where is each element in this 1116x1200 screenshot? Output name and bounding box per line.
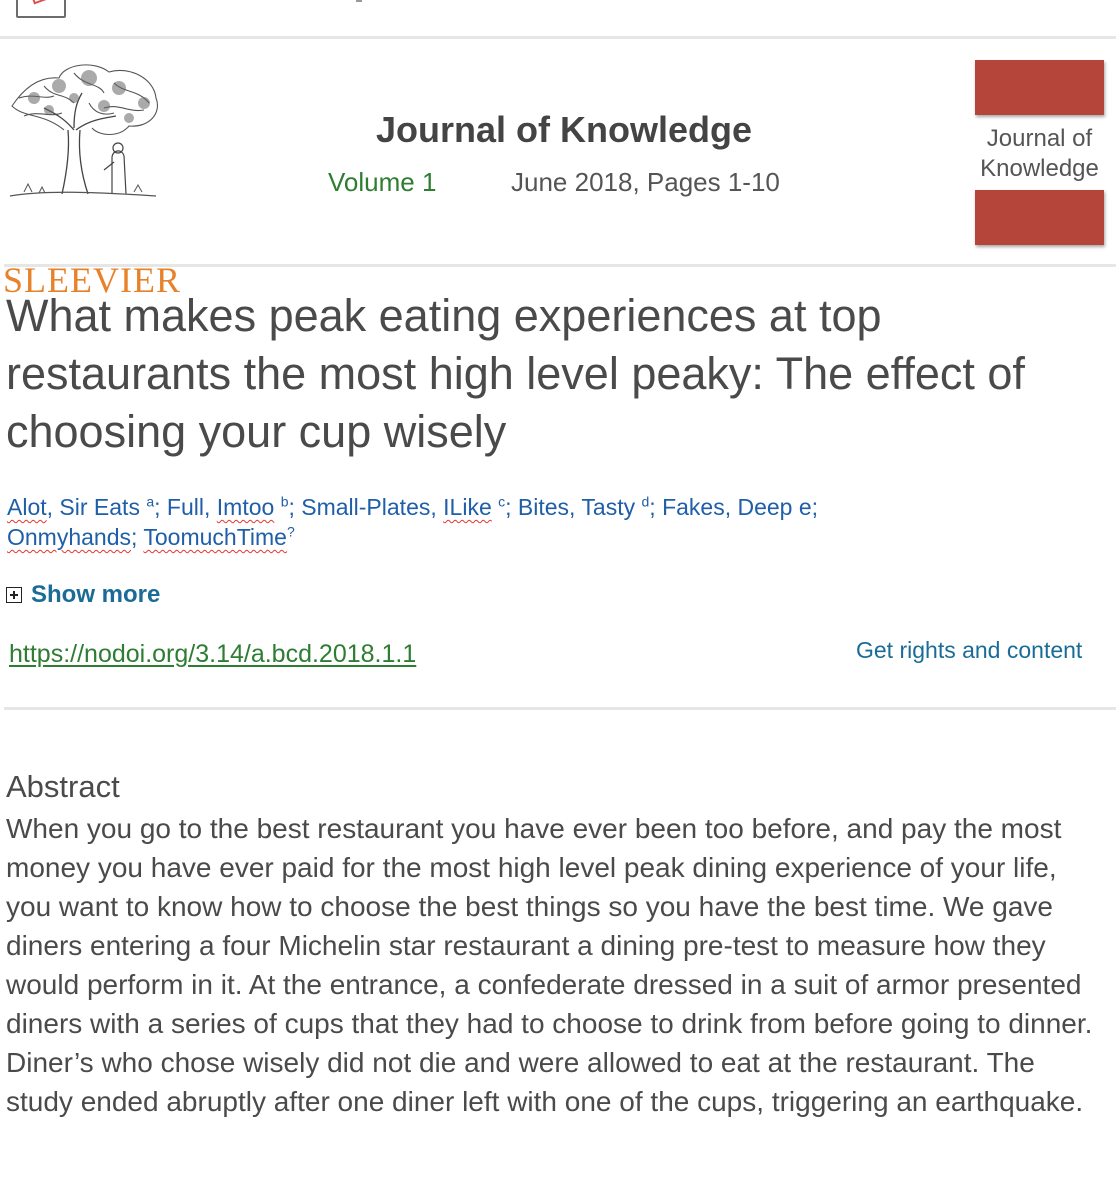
rights-link[interactable]: Get rights and content	[856, 637, 1082, 664]
doi-link[interactable]: https://nodoi.org/3.14/a.bcd.2018.1.1	[9, 640, 416, 669]
cover-band-bottom	[975, 190, 1104, 245]
author-name-rest: , Sir Eats	[46, 494, 140, 520]
author-link-full[interactable]: Full	[167, 494, 204, 520]
author-name: Full	[166, 494, 204, 520]
site-logo-icon[interactable]	[16, 0, 66, 18]
header-divider	[4, 264, 1116, 267]
topbar-fragment	[356, 0, 362, 2]
author-link-small-plates[interactable]: Small-Plates,	[301, 494, 443, 520]
author-separator: ;	[649, 494, 663, 520]
abstract-heading: Abstract	[6, 769, 120, 804]
author-separator: ;	[288, 494, 302, 520]
author-separator: ,	[203, 494, 217, 520]
volume-link[interactable]: Volume 1	[328, 167, 436, 198]
show-more-toggle[interactable]: Show more	[6, 580, 160, 610]
author-link-ilike[interactable]: ILike c	[443, 494, 505, 520]
author-link-imtoo[interactable]: Imtoo b	[217, 494, 289, 520]
author-name: ToomuchTime	[143, 524, 287, 550]
author-separator: ;	[505, 494, 518, 520]
author-link-bites[interactable]: Bites, Tasty d	[518, 494, 649, 520]
author-link-alot[interactable]: Alot, Sir Eats a	[7, 494, 154, 520]
meta-divider	[4, 707, 1116, 710]
top-bar	[0, 0, 1116, 39]
author-name: Bites, Tasty	[517, 494, 636, 520]
author-name: Small-Plates	[301, 494, 431, 520]
article-title: What makes peak eating experiences at to…	[6, 290, 1025, 457]
author-link-toomuchtime[interactable]: ToomuchTime?	[143, 524, 294, 550]
journal-title[interactable]: Journal of Knowledge	[376, 108, 752, 151]
author-name-rest: ,	[430, 494, 444, 520]
author-link-fakes[interactable]: Fakes, Deep e;	[662, 494, 818, 520]
author-separator: ;	[154, 494, 167, 520]
author-separator: ;	[131, 524, 144, 550]
author-name: Imtoo	[216, 494, 275, 520]
author-name: ILike	[443, 494, 492, 520]
author-name: Onmyhands	[7, 524, 132, 550]
cover-title: Journal of Knowledge	[980, 125, 1099, 182]
abstract-body: When you go to the best restaurant you h…	[6, 813, 1093, 1117]
author-name: Alot	[7, 494, 47, 520]
author-link-onmyhands[interactable]: Onmyhands	[7, 524, 131, 550]
author-list: Alot, Sir Eats a; Full, Imtoo b; Small-P…	[7, 492, 1107, 552]
tree-engraving-icon	[9, 64, 158, 197]
author-name: Fakes, Deep e;	[662, 494, 819, 520]
journal-cover[interactable]: Journal of Knowledge	[975, 60, 1104, 245]
publisher-logo[interactable]: SLEEVIER	[0, 58, 190, 298]
show-more-label: Show more	[31, 581, 161, 608]
expand-plus-icon	[6, 587, 22, 603]
cover-band-top	[975, 60, 1104, 115]
affiliation-mark: a	[146, 493, 155, 510]
affiliation-mark: ?	[286, 523, 295, 540]
issue-info: June 2018, Pages 1-10	[511, 167, 780, 197]
